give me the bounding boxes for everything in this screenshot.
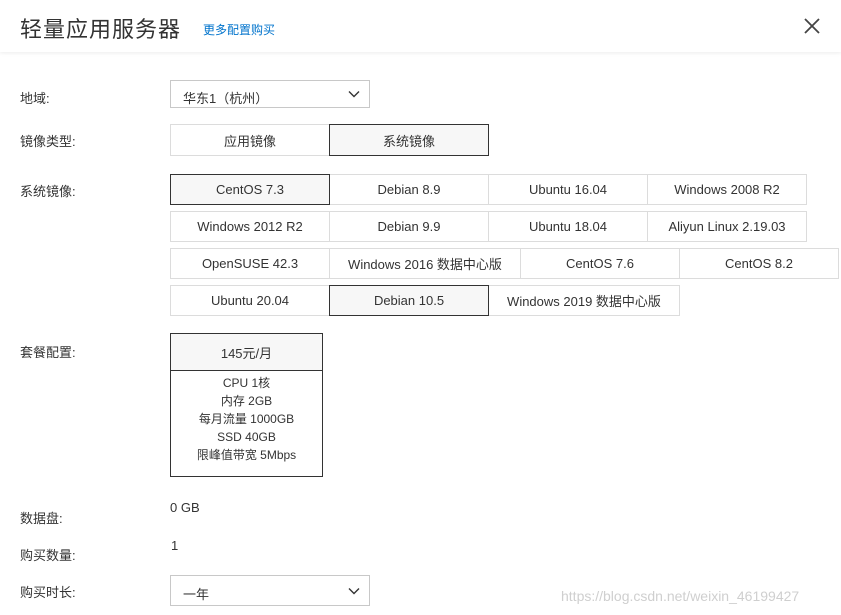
os-option-ubuntu-16-04[interactable]: Ubuntu 16.04: [488, 174, 648, 205]
page-title: 轻量应用服务器: [20, 17, 182, 42]
plan-spec-ssd: SSD 40GB: [217, 430, 276, 444]
quantity-label: 购买数量:: [20, 548, 76, 563]
region-value: 华东1（杭州）: [183, 91, 269, 106]
os-option-ubuntu-18-04[interactable]: Ubuntu 18.04: [488, 211, 648, 242]
data-disk-label: 数据盘:: [20, 511, 63, 526]
duration-label: 购买时长:: [20, 585, 76, 600]
region-select[interactable]: 华东1（杭州）: [170, 80, 370, 108]
os-option-centos-8-2[interactable]: CentOS 8.2: [679, 248, 839, 279]
os-option-debian-10-5[interactable]: Debian 10.5: [329, 285, 489, 316]
chevron-down-icon: [348, 91, 360, 98]
os-option-debian-9-9[interactable]: Debian 9.9: [329, 211, 489, 242]
os-option-debian-8-9[interactable]: Debian 8.9: [329, 174, 489, 205]
dialog-header: 轻量应用服务器 更多配置购买: [0, 0, 841, 52]
plan-label: 套餐配置:: [20, 345, 76, 360]
more-config-link[interactable]: 更多配置购买: [203, 21, 275, 38]
image-type-system[interactable]: 系统镜像: [329, 124, 489, 156]
os-option-windows-2016-dc[interactable]: Windows 2016 数据中心版: [329, 248, 521, 279]
plan-card[interactable]: 145元/月 CPU 1核 内存 2GB 每月流量 1000GB SSD 40G…: [170, 333, 323, 477]
plan-specs: CPU 1核 内存 2GB 每月流量 1000GB SSD 40GB 限峰值带宽…: [171, 371, 322, 464]
plan-spec-cpu: CPU 1核: [222, 376, 271, 390]
region-label: 地域:: [20, 91, 50, 106]
watermark-text: https://blog.csdn.net/weixin_46199427: [561, 588, 800, 604]
plan-spec-traffic: 每月流量 1000GB: [198, 412, 295, 426]
duration-value: 一年: [183, 587, 210, 602]
plan-price: 145元/月: [171, 334, 322, 371]
os-option-windows-2008-r2[interactable]: Windows 2008 R2: [647, 174, 807, 205]
close-button[interactable]: [800, 14, 824, 38]
duration-select[interactable]: 一年: [170, 575, 370, 606]
os-option-centos-7-6[interactable]: CentOS 7.6: [520, 248, 680, 279]
close-icon: [804, 18, 820, 34]
image-type-label: 镜像类型:: [20, 134, 76, 149]
os-option-ubuntu-20-04[interactable]: Ubuntu 20.04: [170, 285, 330, 316]
os-option-opensuse-42-3[interactable]: OpenSUSE 42.3: [170, 248, 330, 279]
os-option-windows-2012-r2[interactable]: Windows 2012 R2: [170, 211, 330, 242]
plan-spec-memory: 内存 2GB: [220, 394, 273, 408]
os-option-aliyun-linux[interactable]: Aliyun Linux 2.19.03: [647, 211, 807, 242]
system-image-label: 系统镜像:: [20, 184, 76, 199]
image-type-app[interactable]: 应用镜像: [170, 124, 330, 156]
quantity-value: 1: [171, 538, 179, 553]
os-option-centos-7-3[interactable]: CentOS 7.3: [170, 174, 330, 205]
os-option-windows-2019-dc[interactable]: Windows 2019 数据中心版: [488, 285, 680, 316]
chevron-down-icon: [348, 588, 360, 595]
data-disk-value: 0 GB: [170, 500, 200, 515]
plan-spec-bandwidth: 限峰值带宽 5Mbps: [196, 448, 297, 462]
